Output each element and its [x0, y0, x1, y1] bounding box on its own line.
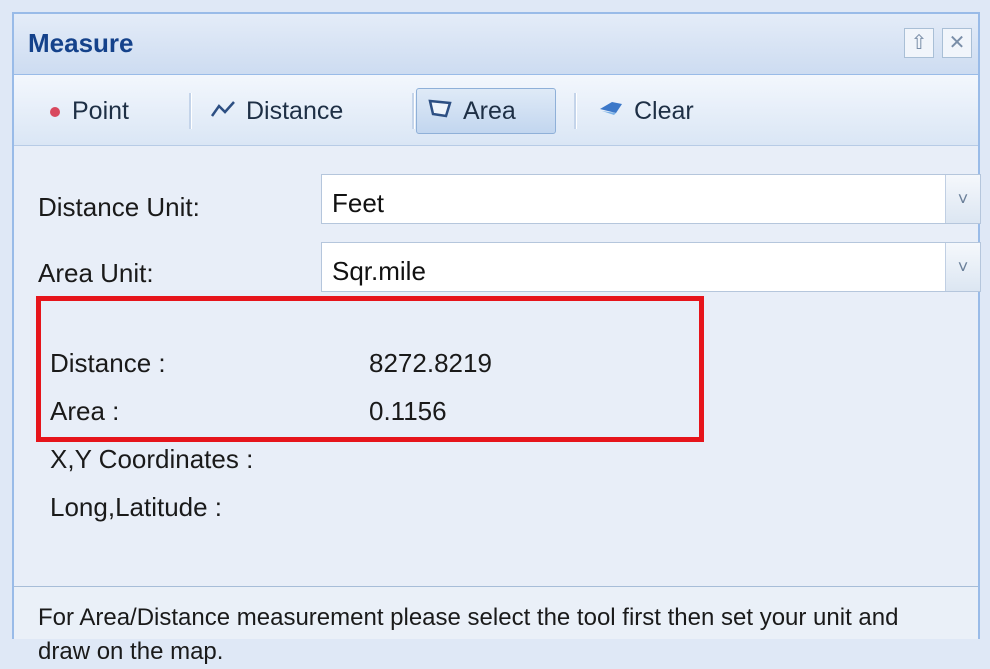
toolbar-separator — [574, 93, 577, 129]
point-label: Point — [72, 96, 129, 125]
area-label: Area — [463, 96, 516, 125]
area-unit-label: Area Unit: — [38, 258, 154, 288]
results-highlight-box — [36, 296, 704, 442]
collapse-up-icon[interactable]: ⇧ — [904, 28, 934, 58]
xy-coordinates-label: X,Y Coordinates : — [50, 444, 254, 474]
chevron-down-icon[interactable]: ˅ — [945, 243, 980, 291]
distance-icon — [210, 97, 236, 126]
measure-toolbar: Point Distance Area Clear — [14, 75, 978, 146]
measure-panel: Measure ⇧ ✕ Point Distance Area Clear Di… — [12, 12, 981, 665]
help-footer: For Area/Distance measurement please sel… — [14, 586, 978, 665]
panel-title: Measure — [28, 28, 134, 58]
area-unit-select[interactable]: Sqr.mile ˅ — [321, 242, 981, 292]
long-latitude-label: Long,Latitude : — [50, 492, 223, 522]
distance-unit-select[interactable]: Feet ˅ — [321, 174, 981, 224]
help-text: For Area/Distance measurement please sel… — [38, 604, 899, 665]
area-unit-value: Sqr.mile — [332, 256, 426, 286]
distance-button[interactable]: Distance — [200, 88, 353, 134]
clear-button[interactable]: Clear — [588, 88, 704, 134]
area-button[interactable]: Area — [416, 88, 556, 134]
panel-titlebar: Measure ⇧ ✕ — [14, 14, 978, 75]
distance-label: Distance — [246, 96, 344, 125]
clear-icon — [598, 97, 624, 126]
point-button[interactable]: Point — [38, 88, 139, 134]
toolbar-separator — [189, 93, 192, 129]
toolbar-separator — [412, 93, 415, 129]
distance-unit-value: Feet — [332, 188, 385, 218]
clear-label: Clear — [634, 96, 694, 125]
point-icon — [48, 97, 62, 126]
area-icon — [427, 97, 453, 126]
close-icon[interactable]: ✕ — [942, 28, 972, 58]
distance-unit-label: Distance Unit: — [38, 192, 200, 222]
chevron-down-icon[interactable]: ˅ — [945, 175, 980, 223]
